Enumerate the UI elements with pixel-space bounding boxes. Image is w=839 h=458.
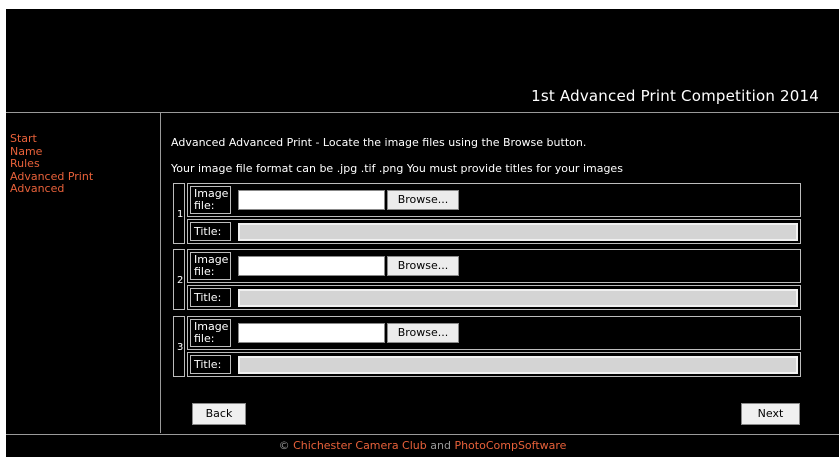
title-input-2[interactable] <box>238 289 798 307</box>
image-file-row: Image file: Browse... <box>187 183 801 217</box>
next-button[interactable]: Next <box>741 403 800 425</box>
title-row: Title: <box>187 352 801 377</box>
main-content: Advanced Advanced Print - Locate the ima… <box>161 113 839 433</box>
sidebar-nav: Start Name Rules Advanced Print Advanced <box>10 132 93 196</box>
instructions-line-2: Your image file format can be .jpg .tif … <box>171 162 623 175</box>
image-file-label: Image file: <box>190 252 231 280</box>
copyright-symbol: © <box>278 439 290 452</box>
image-file-label: Image file: <box>190 186 231 214</box>
entry-number: 3 <box>177 342 184 353</box>
image-file-row: Image file: Browse... <box>187 249 801 283</box>
image-entry-1: 1 Image file: Browse... Title: <box>173 183 801 244</box>
sidebar-item-start[interactable]: Start <box>10 132 93 146</box>
image-file-row: Image file: Browse... <box>187 316 801 350</box>
software-link[interactable]: PhotoCompSoftware <box>454 439 566 452</box>
sidebar-item-rules[interactable]: Rules <box>10 157 93 171</box>
page-title: 1st Advanced Print Competition 2014 <box>531 87 819 105</box>
footer-and-text: and <box>430 439 451 452</box>
image-file-input-3[interactable] <box>238 323 385 343</box>
browse-button-3[interactable]: Browse... <box>387 323 459 343</box>
entry-number-cell: 1 <box>173 183 185 244</box>
back-button[interactable]: Back <box>192 403 246 425</box>
club-link[interactable]: Chichester Camera Club <box>293 439 427 452</box>
browse-button-2[interactable]: Browse... <box>387 256 459 276</box>
title-label: Title: <box>190 355 231 374</box>
image-file-input-1[interactable] <box>238 190 385 210</box>
image-entry-3: 3 Image file: Browse... Title: <box>173 316 801 377</box>
entry-number-cell: 2 <box>173 249 185 310</box>
entry-number: 2 <box>177 275 184 286</box>
title-row: Title: <box>187 219 801 244</box>
title-row: Title: <box>187 285 801 310</box>
title-label: Title: <box>190 288 231 307</box>
browse-button-1[interactable]: Browse... <box>387 190 459 210</box>
sidebar: Start Name Rules Advanced Print Advanced <box>6 113 161 433</box>
image-file-label: Image file: <box>190 319 231 347</box>
title-input-1[interactable] <box>238 223 798 241</box>
image-file-input-2[interactable] <box>238 256 385 276</box>
title-input-3[interactable] <box>238 356 798 374</box>
title-label: Title: <box>190 222 231 241</box>
footer: © Chichester Camera Club and PhotoCompSo… <box>6 434 839 458</box>
entry-number-cell: 3 <box>173 316 185 377</box>
entry-number: 1 <box>177 209 184 220</box>
image-entry-2: 2 Image file: Browse... Title: <box>173 249 801 310</box>
header: 1st Advanced Print Competition 2014 <box>6 9 839 113</box>
sidebar-item-advanced[interactable]: Advanced <box>10 182 93 196</box>
instructions-line-1: Advanced Advanced Print - Locate the ima… <box>171 136 587 149</box>
page-frame: 1st Advanced Print Competition 2014 Star… <box>6 9 839 457</box>
